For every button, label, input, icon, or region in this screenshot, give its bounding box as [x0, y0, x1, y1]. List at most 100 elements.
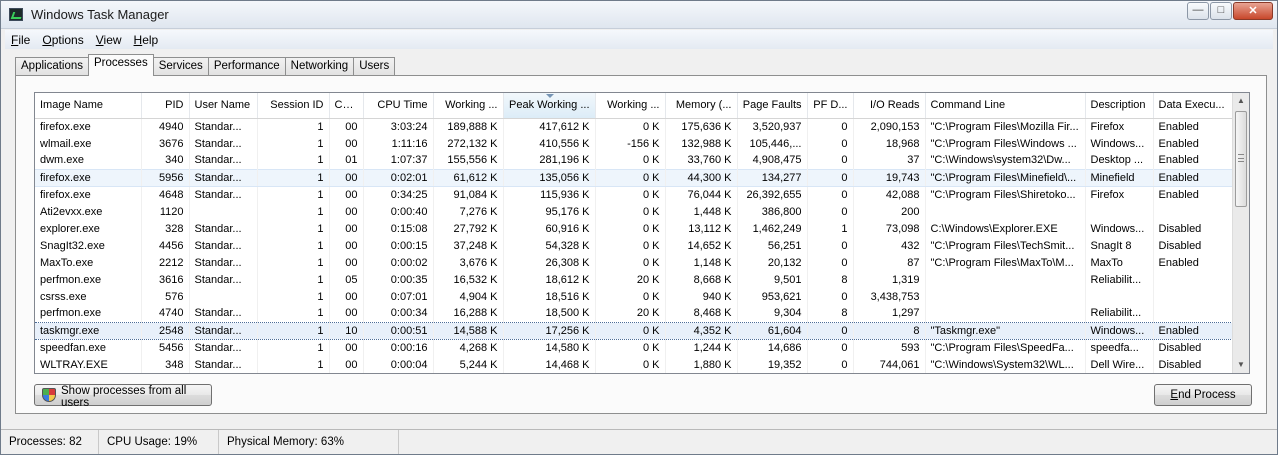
- tab-services[interactable]: Services: [152, 57, 209, 76]
- column-header[interactable]: CPU: [329, 93, 364, 119]
- column-header[interactable]: Page Faults: [737, 93, 808, 119]
- column-header[interactable]: Memory (...: [665, 93, 738, 119]
- table-cell: 0 K: [595, 220, 666, 237]
- close-button[interactable]: ✕: [1233, 2, 1273, 20]
- column-header[interactable]: I/O Reads: [853, 93, 926, 119]
- tab-processes[interactable]: Processes: [88, 54, 154, 76]
- table-cell: 1: [257, 220, 330, 237]
- column-header[interactable]: PF D...: [807, 93, 854, 119]
- table-cell: 0:15:08: [363, 220, 434, 237]
- table-cell: 2548: [141, 321, 190, 340]
- table-cell: 0:00:04: [363, 356, 434, 373]
- table-cell: 4,908,475: [737, 152, 808, 169]
- table-cell: 328: [141, 220, 190, 237]
- table-cell: 0 K: [595, 288, 666, 305]
- show-all-processes-button[interactable]: Show processes from all users: [34, 384, 212, 409]
- end-process-button[interactable]: End Process: [1154, 384, 1252, 406]
- table-row[interactable]: firefox.exe 4940 Standar... 1 00 3:03:24 189,8…: [35, 118, 1236, 135]
- table-cell: 18,516 K: [503, 288, 596, 305]
- table-cell: 00: [329, 135, 364, 152]
- table-cell: 33,760 K: [665, 152, 738, 169]
- table-cell: 417,612 K: [503, 118, 596, 135]
- table-cell: 1120: [141, 203, 190, 220]
- column-header[interactable]: CPU Time: [363, 93, 434, 119]
- table-row[interactable]: speedfan.exe 5456 Standar... 1 00 0:00:16 4,26…: [35, 339, 1236, 356]
- task-manager-icon: [9, 8, 23, 21]
- scroll-down-icon[interactable]: ▼: [1233, 357, 1249, 373]
- table-cell: WLTRAY.EXE: [35, 356, 142, 373]
- table-cell: 14,686: [737, 339, 808, 356]
- menu-file[interactable]: File: [5, 33, 36, 47]
- table-row[interactable]: taskmgr.exe 2548 Standar... 1 10 0:00:51 14,58…: [35, 321, 1236, 340]
- column-header[interactable]: User Name: [189, 93, 258, 119]
- table-cell: Minefield: [1085, 168, 1154, 187]
- table-cell: 18,968: [853, 135, 926, 152]
- table-cell: speedfa...: [1085, 339, 1154, 356]
- column-header[interactable]: Description: [1085, 93, 1154, 119]
- table-cell: Disabled: [1153, 237, 1236, 254]
- table-cell: 00: [329, 288, 364, 305]
- table-cell: Ati2evxx.exe: [35, 203, 142, 220]
- grip-icon: [1238, 154, 1244, 162]
- maximize-button[interactable]: □: [1210, 2, 1232, 20]
- table-cell: 132,988 K: [665, 135, 738, 152]
- tab-users[interactable]: Users: [353, 57, 396, 76]
- table-cell: "C:\Program Files\Minefield\...: [925, 168, 1086, 187]
- table-row[interactable]: perfmon.exe 3616 Standar... 1 05 0:00:35 16,53…: [35, 271, 1236, 288]
- table-cell: 0: [807, 237, 854, 254]
- table-row[interactable]: firefox.exe 5956 Standar... 1 00 0:02:01 61,61…: [35, 168, 1236, 187]
- table-row[interactable]: WLTRAY.EXE 348 Standar... 1 00 0:00:04 5,244 K…: [35, 356, 1236, 373]
- scroll-up-icon[interactable]: ▲: [1233, 93, 1249, 109]
- table-cell: 44,300 K: [665, 168, 738, 187]
- table-cell: 1: [257, 168, 330, 187]
- table-row[interactable]: firefox.exe 4648 Standar... 1 00 0:34:25 91,08…: [35, 186, 1236, 203]
- table-row[interactable]: explorer.exe 328 Standar... 1 00 0:15:08 27,79…: [35, 220, 1236, 237]
- table-cell: "C:\Windows\System32\WL...: [925, 356, 1086, 373]
- column-header[interactable]: Working ...: [433, 93, 504, 119]
- table-cell: Standar...: [189, 254, 258, 271]
- title-bar[interactable]: Windows Task Manager — □ ✕: [1, 1, 1277, 29]
- table-cell: 00: [329, 168, 364, 187]
- tab-performance[interactable]: Performance: [207, 57, 286, 76]
- column-header[interactable]: Working ...: [595, 93, 666, 119]
- table-cell: [925, 305, 1086, 322]
- table-cell: 73,098: [853, 220, 926, 237]
- table-row[interactable]: MaxTo.exe 2212 Standar... 1 00 0:00:02 3,676 K…: [35, 254, 1236, 271]
- table-cell: Enabled: [1153, 135, 1236, 152]
- menu-view[interactable]: View: [90, 33, 128, 47]
- menu-options[interactable]: Options: [36, 33, 89, 47]
- table-cell: MaxTo: [1085, 254, 1154, 271]
- process-list[interactable]: Image Name PID User Name Session ID CPU CPU T…: [34, 92, 1250, 374]
- table-cell: 1,148 K: [665, 254, 738, 271]
- table-cell: 0: [807, 152, 854, 169]
- column-header[interactable]: Data Execu...: [1153, 93, 1236, 119]
- scroll-thumb[interactable]: [1235, 111, 1247, 207]
- tab-applications[interactable]: Applications: [15, 57, 90, 76]
- table-row[interactable]: wlmail.exe 3676 Standar... 1 00 1:11:16 272,13…: [35, 135, 1236, 152]
- table-cell: Standar...: [189, 118, 258, 135]
- minimize-button[interactable]: —: [1187, 2, 1209, 20]
- table-cell: 1,462,249: [737, 220, 808, 237]
- table-cell: 3676: [141, 135, 190, 152]
- tab-networking[interactable]: Networking: [284, 57, 355, 76]
- menu-help[interactable]: Help: [128, 33, 165, 47]
- table-cell: Desktop ...: [1085, 152, 1154, 169]
- table-cell: Enabled: [1153, 254, 1236, 271]
- table-cell: Disabled: [1153, 339, 1236, 356]
- table-cell: csrss.exe: [35, 288, 142, 305]
- table-row[interactable]: csrss.exe 576 1 00 0:07:01 4,904 K 18,516 K0 K…: [35, 288, 1236, 305]
- column-header[interactable]: Image Name: [35, 93, 142, 119]
- table-row[interactable]: perfmon.exe 4740 Standar... 1 00 0:00:34 16,28…: [35, 305, 1236, 322]
- vertical-scrollbar[interactable]: ▲ ▼: [1232, 93, 1249, 373]
- column-header[interactable]: Peak Working ...: [503, 93, 596, 119]
- table-cell: 00: [329, 118, 364, 135]
- table-cell: 00: [329, 186, 364, 203]
- table-row[interactable]: dwm.exe 340 Standar... 1 01 1:07:37 155,556 K2…: [35, 152, 1236, 169]
- table-cell: 4,352 K: [665, 321, 738, 340]
- column-header[interactable]: Session ID: [257, 93, 330, 119]
- table-row[interactable]: SnagIt32.exe 4456 Standar... 1 00 0:00:15 37,2…: [35, 237, 1236, 254]
- table-cell: 19,743: [853, 168, 926, 187]
- column-header[interactable]: PID: [141, 93, 190, 119]
- column-header[interactable]: Command Line: [925, 93, 1086, 119]
- table-row[interactable]: Ati2evxx.exe 1120 1 00 0:00:40 7,276 K 95,176 …: [35, 203, 1236, 220]
